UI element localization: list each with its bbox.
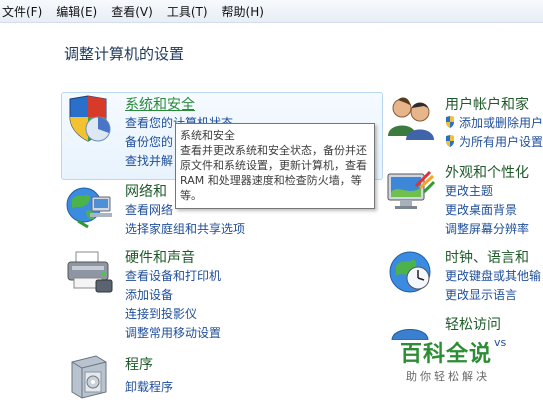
category-title-network[interactable]: 网络和 xyxy=(125,181,167,201)
uac-shield-icon xyxy=(446,135,454,147)
link-all-users-settings-label: 为所有用户设置 xyxy=(459,135,543,149)
link-projector[interactable]: 连接到投影仪 xyxy=(125,305,197,322)
menu-bar: 文件(F) 编辑(E) 查看(V) 工具(T) 帮助(H) xyxy=(0,0,543,23)
link-all-users-settings[interactable]: 为所有用户设置 xyxy=(445,133,543,150)
link-troubleshoot[interactable]: 查找并解 xyxy=(125,152,173,169)
printer-icon[interactable] xyxy=(66,250,114,294)
clock-globe-icon[interactable] xyxy=(388,248,436,296)
link-add-device[interactable]: 添加设备 xyxy=(125,286,173,303)
menu-edit[interactable]: 编辑(E) xyxy=(54,3,101,20)
category-title-security[interactable]: 系统和安全 xyxy=(125,94,195,114)
link-uninstall[interactable]: 卸载程序 xyxy=(125,378,173,395)
link-devices-printers[interactable]: 查看设备和打印机 xyxy=(125,267,221,284)
category-title-appearance[interactable]: 外观和个性化 xyxy=(445,162,529,182)
watermark-title: 百科全说 xyxy=(400,342,493,367)
menu-help[interactable]: 帮助(H) xyxy=(220,3,268,20)
programs-box-icon[interactable] xyxy=(66,352,112,400)
category-title-clock[interactable]: 时钟、语言和 xyxy=(445,247,529,267)
link-change-theme[interactable]: 更改主题 xyxy=(445,182,493,199)
link-desktop-background[interactable]: 更改桌面背景 xyxy=(445,201,517,218)
link-mobility[interactable]: 调整常用移动设置 xyxy=(125,324,221,341)
category-title-programs[interactable]: 程序 xyxy=(125,354,153,374)
page-title: 调整计算机的设置 xyxy=(64,45,185,63)
network-globe-icon[interactable] xyxy=(64,183,114,229)
link-view-network[interactable]: 查看网络 xyxy=(125,201,173,218)
link-display-language[interactable]: 更改显示语言 xyxy=(445,286,517,303)
link-homegroup[interactable]: 选择家庭组和共享选项 xyxy=(125,220,245,237)
tooltip-security: 系统和安全 查看并更改系统和安全状态，备份并还原文件和系统设置，更新计算机，查看… xyxy=(175,123,375,209)
category-title-users[interactable]: 用户帐户和家 xyxy=(445,94,529,114)
category-title-hardware[interactable]: 硬件和声音 xyxy=(125,247,195,267)
category-title-ease[interactable]: 轻松访问 xyxy=(445,314,501,334)
link-keyboard-input[interactable]: 更改键盘或其他输 xyxy=(445,267,541,284)
shield-security-icon[interactable] xyxy=(64,95,114,143)
menu-file[interactable]: 文件(F) xyxy=(0,3,46,20)
watermark-subtitle: 助你轻松解决 xyxy=(406,370,490,383)
tooltip-body: 查看并更改系统和安全状态，备份并还原文件和系统设置，更新计算机，查看 RAM 和… xyxy=(180,144,367,202)
tooltip-title: 系统和安全 xyxy=(180,129,235,142)
uac-shield-icon xyxy=(446,116,454,128)
monitor-paint-icon[interactable] xyxy=(386,166,436,212)
menu-tools[interactable]: 工具(T) xyxy=(165,3,212,20)
link-add-remove-users[interactable]: 添加或删除用户 xyxy=(445,114,543,131)
link-add-remove-users-label: 添加或删除用户 xyxy=(459,116,543,130)
link-backup[interactable]: 备份您的 xyxy=(125,133,173,150)
watermark: 百科全说 助你轻松解决 xyxy=(394,336,514,388)
link-screen-resolution[interactable]: 调整屏幕分辨率 xyxy=(445,220,529,237)
menu-view[interactable]: 查看(V) xyxy=(109,3,157,20)
users-icon[interactable] xyxy=(386,94,436,140)
